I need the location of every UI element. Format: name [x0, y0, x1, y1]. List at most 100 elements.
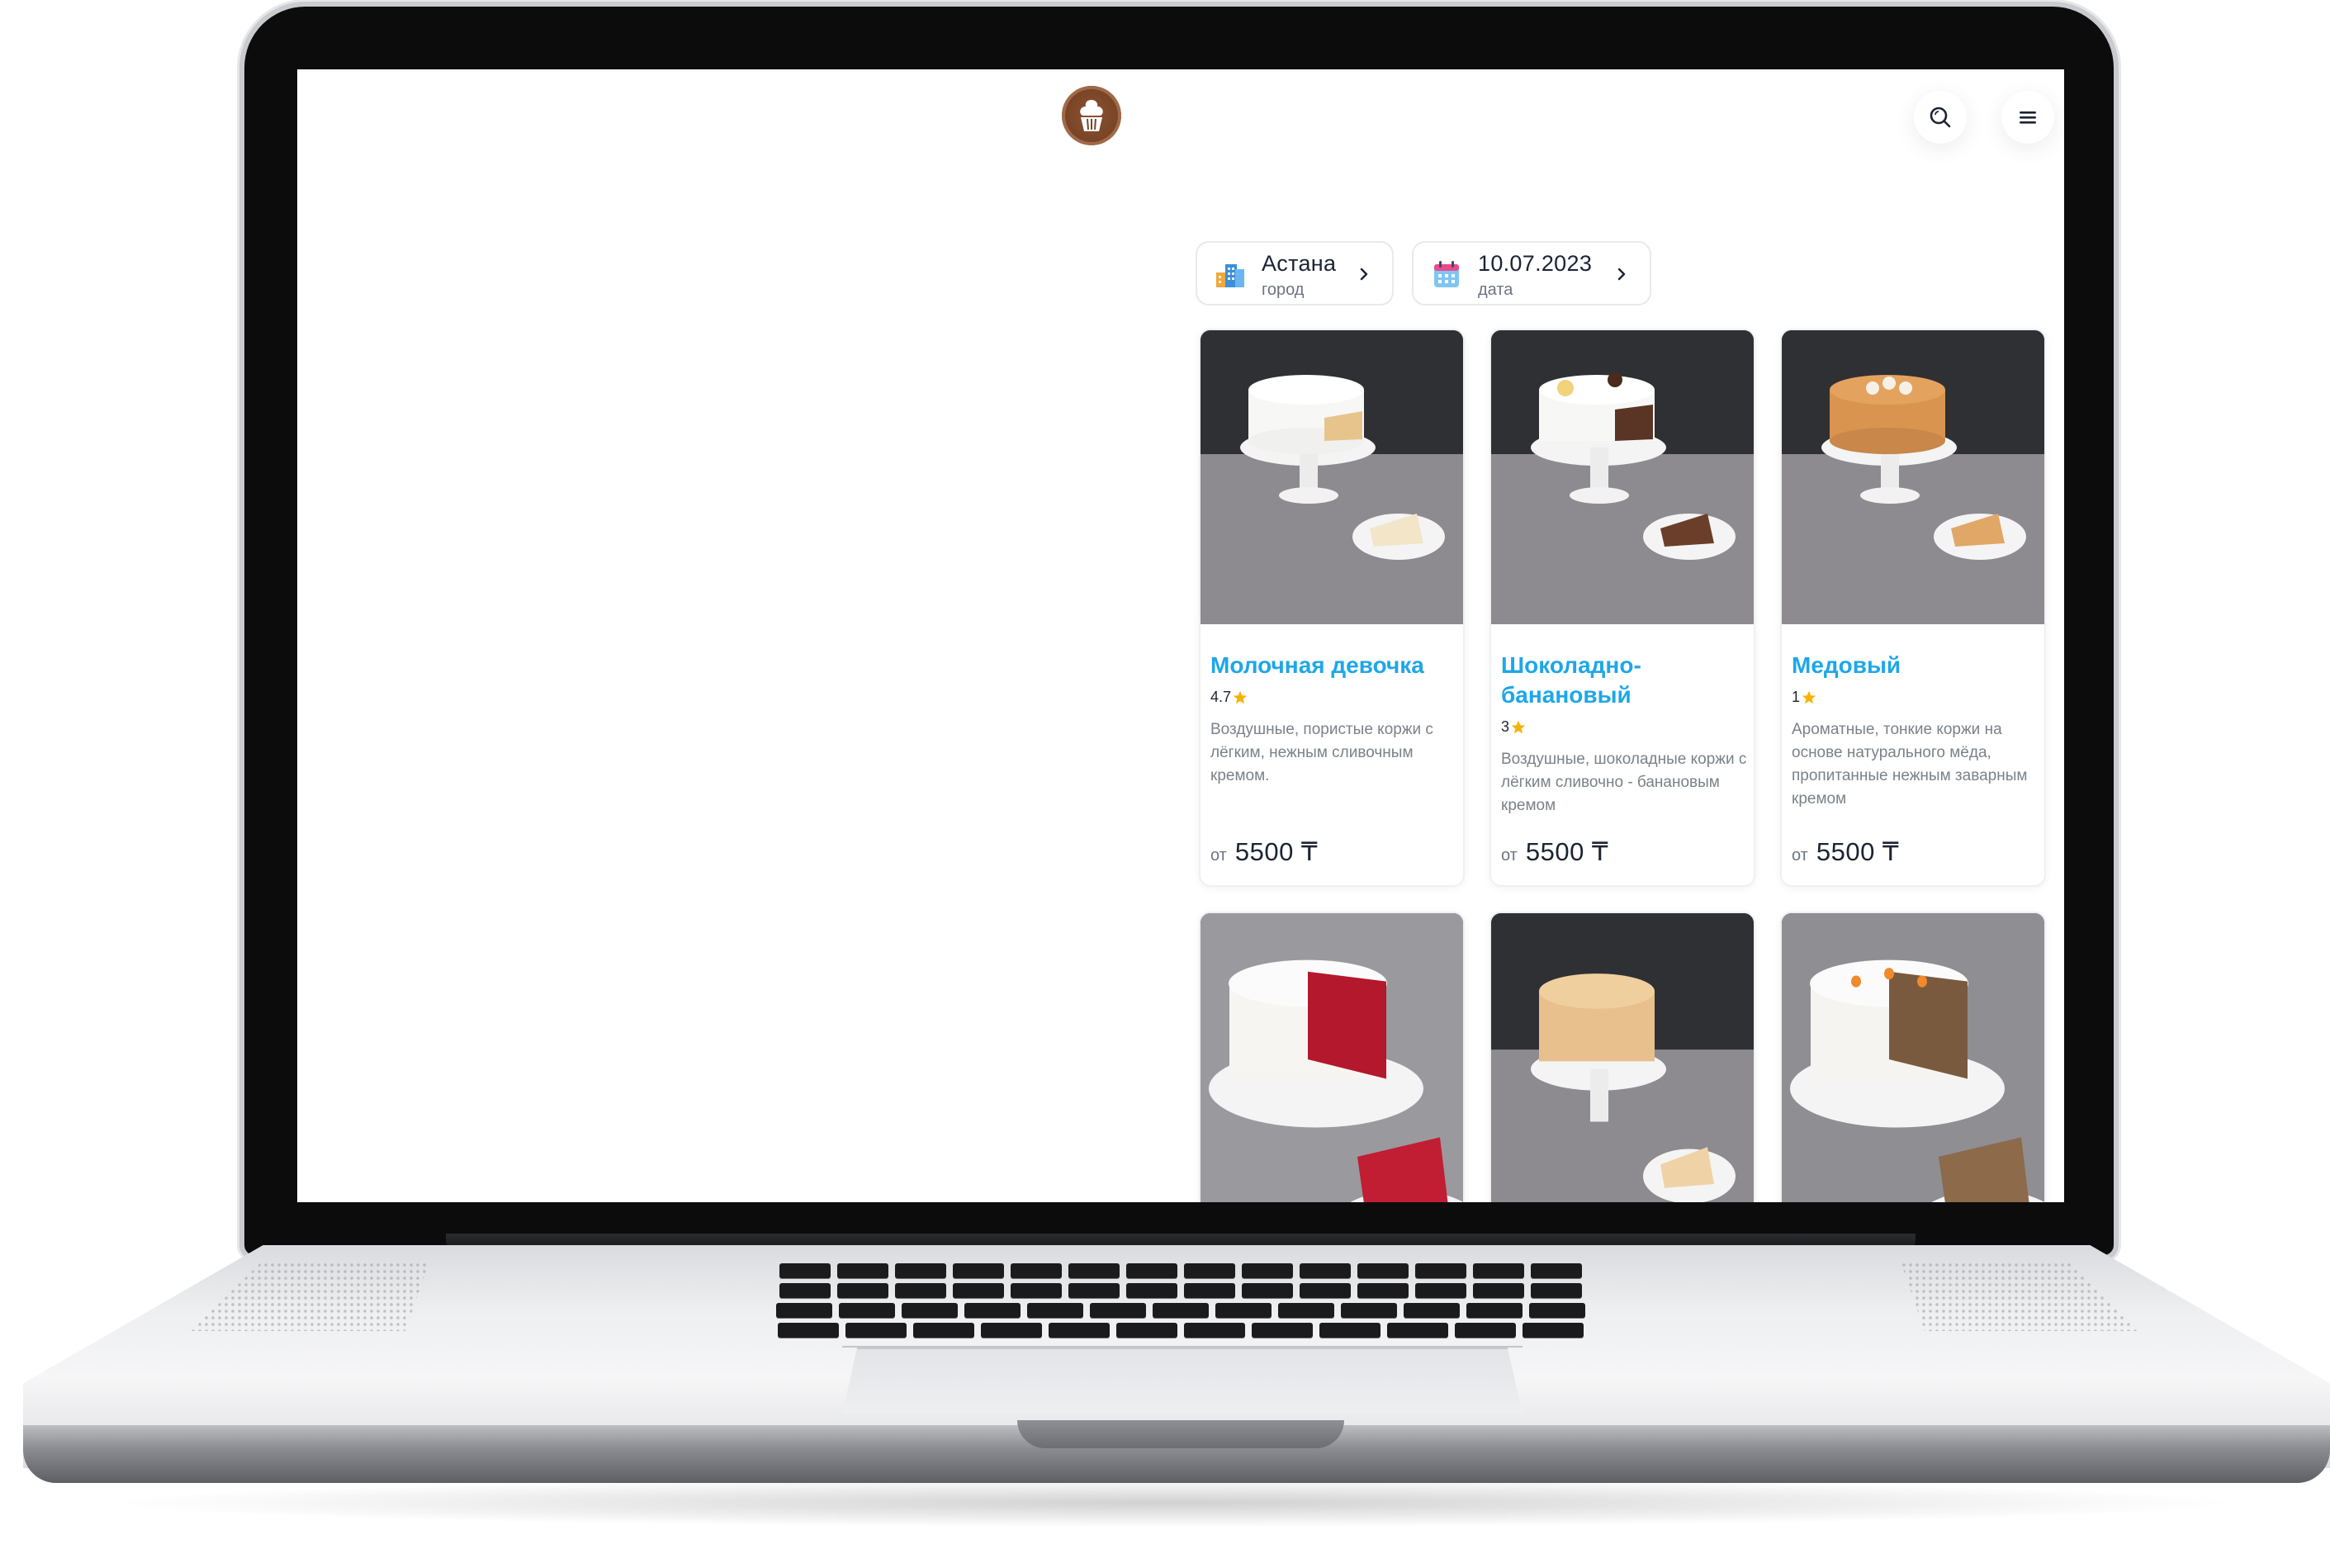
keyboard-key [1531, 1263, 1582, 1278]
keyboard-key [913, 1323, 974, 1338]
keyboard-key [1184, 1323, 1245, 1338]
keyboard-key [1415, 1283, 1466, 1298]
star-icon [1802, 690, 1816, 703]
city-value: Астана [1262, 251, 1337, 276]
date-label: дата [1478, 281, 1513, 299]
city-buildings-icon [1216, 264, 1244, 287]
keyboard-key [1184, 1283, 1235, 1298]
keyboard-key [981, 1323, 1042, 1338]
keyboard-key [1049, 1323, 1110, 1338]
product-name: Медовый [1792, 652, 1901, 678]
hamburger-menu-icon [2020, 111, 2036, 124]
keyboard-key [1184, 1263, 1235, 1278]
keyboard-key [1415, 1263, 1466, 1278]
price-row: от 5500 ₸ [1210, 837, 1318, 867]
product-card[interactable]: Медовый 1 Ароматные, тонкие коржи на осн… [1780, 329, 2046, 887]
cake-shop-page: Астана город 10.07.2023 дата Молочная де… [741, 69, 2054, 1202]
keyboard-key [778, 1323, 839, 1338]
rating-value: 4.7 [1210, 689, 1232, 705]
product-description: Воздушные, шоколадные коржи с лёгким сли… [1501, 751, 1747, 814]
product-photo [1491, 330, 1754, 624]
keyboard-key [776, 1303, 832, 1318]
carrot-cake-photo [1782, 913, 2044, 1202]
red-velvet-cake-photo [1201, 913, 1463, 1202]
napoleon-cake-photo [1491, 913, 1754, 1202]
calendar-icon [1434, 261, 1459, 287]
product-rating: 3 [1501, 718, 1526, 736]
product-price: 5500 ₸ [1816, 837, 1900, 866]
laptop-screen: Астана город 10.07.2023 дата Молочная де… [297, 69, 2064, 1202]
product-name: Шоколадно-банановый [1501, 652, 1641, 708]
keyboard-key [1387, 1323, 1448, 1338]
keyboard-key [1153, 1303, 1209, 1318]
keyboard-key [1278, 1303, 1334, 1318]
keyboard-key [1300, 1283, 1351, 1298]
trackpad-edge [842, 1346, 1523, 1348]
price-prefix: от [1792, 846, 1808, 865]
trackpad [842, 1348, 1523, 1414]
product-price: 5500 ₸ [1525, 837, 1609, 866]
keyboard-key [1473, 1263, 1524, 1278]
keyboard-key [1126, 1263, 1177, 1278]
keyboard-key [953, 1263, 1004, 1278]
keyboard [380, 1263, 1982, 1354]
date-value: 10.07.2023 [1478, 251, 1593, 276]
keyboard-key [839, 1303, 895, 1318]
keyboard-key [1466, 1303, 1523, 1318]
date-selector[interactable]: 10.07.2023 дата [1412, 241, 1651, 306]
chevron-right-icon [1617, 268, 1626, 281]
keyboard-key [1242, 1283, 1293, 1298]
keyboard-key [1300, 1263, 1351, 1278]
chevron-right-icon [1360, 268, 1368, 281]
keyboard-key [845, 1323, 907, 1338]
product-card[interactable] [1780, 912, 2046, 1202]
keyboard-key [1531, 1283, 1582, 1298]
star-icon [1233, 690, 1248, 703]
keyboard-key [1011, 1283, 1062, 1298]
keyboard-key [1523, 1323, 1584, 1338]
keyboard-key [1455, 1323, 1516, 1338]
product-photo [1201, 330, 1463, 624]
laptop-shadow [99, 1478, 2246, 1528]
keyboard-key [1242, 1263, 1293, 1278]
keyboard-key [837, 1263, 888, 1278]
keyboard-key [1341, 1303, 1397, 1318]
logo[interactable] [1062, 86, 1121, 145]
lid-notch [1017, 1420, 1344, 1448]
keyboard-key [902, 1303, 958, 1318]
menu-button[interactable] [2001, 91, 2054, 144]
rating-value: 3 [1501, 718, 1510, 735]
product-card[interactable] [1199, 912, 1465, 1202]
keyboard-key [1090, 1303, 1146, 1318]
product-description: Воздушные, пористые коржи с лёгким, нежн… [1210, 721, 1433, 784]
keyboard-key [779, 1283, 831, 1298]
product-name: Молочная девочка [1210, 652, 1424, 678]
keyboard-key [895, 1283, 946, 1298]
product-card[interactable]: Молочная девочка 4.7 Воздушные, пористые… [1199, 329, 1465, 887]
product-card[interactable]: Шоколадно-банановый 3 Воздушные, шоколад… [1489, 329, 1755, 887]
price-row: от 5500 ₸ [1792, 837, 1899, 867]
product-photo [1782, 330, 2044, 624]
product-card[interactable] [1489, 912, 1755, 1202]
keyboard-key [1357, 1263, 1409, 1278]
price-prefix: от [1501, 846, 1518, 865]
price-row: от 5500 ₸ [1501, 837, 1608, 867]
product-description: Ароматные, тонкие коржи на основе натура… [1792, 721, 2028, 808]
product-rating: 4.7 [1210, 689, 1248, 706]
keyboard-key [1529, 1303, 1585, 1318]
keyboard-key [1126, 1283, 1177, 1298]
star-icon [1511, 720, 1526, 733]
keyboard-key [1027, 1303, 1083, 1318]
keyboard-key [837, 1283, 888, 1298]
keyboard-key [1011, 1263, 1062, 1278]
keyboard-key [1473, 1283, 1524, 1298]
keyboard-key [1116, 1323, 1177, 1338]
keyboard-key [1068, 1283, 1120, 1298]
city-selector[interactable]: Астана город [1196, 241, 1394, 306]
keyboard-key [1215, 1303, 1272, 1318]
keyboard-key [1404, 1303, 1460, 1318]
search-button[interactable] [1914, 91, 1967, 144]
keyboard-key [964, 1303, 1021, 1318]
product-rating: 1 [1792, 689, 1816, 706]
rating-value: 1 [1792, 689, 1801, 705]
